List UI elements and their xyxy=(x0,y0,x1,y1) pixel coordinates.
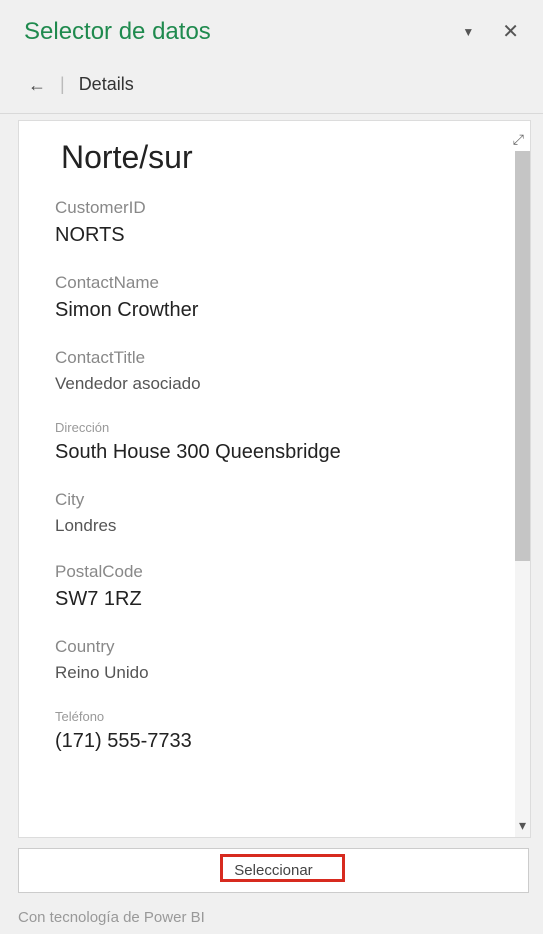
card-title: Norte/sur xyxy=(55,139,494,176)
field-value: Vendedor asociado xyxy=(55,374,494,394)
field-contact-name: ContactName Simon Crowther xyxy=(55,273,494,322)
content-outer: ⤢ ▾ Norte/sur CustomerID NORTS ContactNa… xyxy=(0,114,543,844)
field-value: Reino Unido xyxy=(55,663,494,683)
breadcrumb-label: Details xyxy=(79,74,134,95)
field-value: NORTS xyxy=(55,224,494,247)
pane-header-controls: ▼ ✕ xyxy=(462,22,519,42)
back-arrow-icon[interactable]: ← xyxy=(28,76,46,94)
field-telefono: Teléfono (171) 555-7733 xyxy=(55,709,494,753)
field-value: South House 300 Queensbridge xyxy=(55,441,494,464)
pane-title: Selector de datos xyxy=(24,18,211,46)
breadcrumb-separator: | xyxy=(60,74,65,95)
field-value: (171) 555-7733 xyxy=(55,730,494,753)
field-label: Teléfono xyxy=(55,709,494,724)
field-city: City Londres xyxy=(55,490,494,536)
details-card: ⤢ ▾ Norte/sur CustomerID NORTS ContactNa… xyxy=(18,120,531,838)
field-contact-title: ContactTitle Vendedor asociado xyxy=(55,348,494,394)
field-label: City xyxy=(55,490,494,510)
field-label: ContactTitle xyxy=(55,348,494,368)
pane-header: Selector de datos ▼ ✕ xyxy=(0,0,543,60)
field-value: Simon Crowther xyxy=(55,299,494,322)
field-value: SW7 1RZ xyxy=(55,588,494,611)
field-label: Country xyxy=(55,637,494,657)
field-country: Country Reino Unido xyxy=(55,637,494,683)
field-label: ContactName xyxy=(55,273,494,293)
data-selector-pane: Selector de datos ▼ ✕ ← | Details ⤢ ▾ No… xyxy=(0,0,543,934)
field-direccion: Dirección South House 300 Queensbridge xyxy=(55,420,494,464)
field-value: Londres xyxy=(55,516,494,536)
select-button-wrap: Seleccionar xyxy=(0,844,543,901)
close-icon[interactable]: ✕ xyxy=(502,22,519,42)
breadcrumb: ← | Details xyxy=(0,60,543,114)
field-label: PostalCode xyxy=(55,562,494,582)
field-customer-id: CustomerID NORTS xyxy=(55,198,494,247)
scroll-region: Norte/sur CustomerID NORTS ContactName S… xyxy=(19,121,530,837)
footer-powered-by: Con tecnología de Power BI xyxy=(0,901,543,934)
field-label: Dirección xyxy=(55,420,494,435)
field-label: CustomerID xyxy=(55,198,494,218)
field-postal-code: PostalCode SW7 1RZ xyxy=(55,562,494,611)
dropdown-icon[interactable]: ▼ xyxy=(462,25,474,39)
select-button[interactable]: Seleccionar xyxy=(18,848,529,893)
